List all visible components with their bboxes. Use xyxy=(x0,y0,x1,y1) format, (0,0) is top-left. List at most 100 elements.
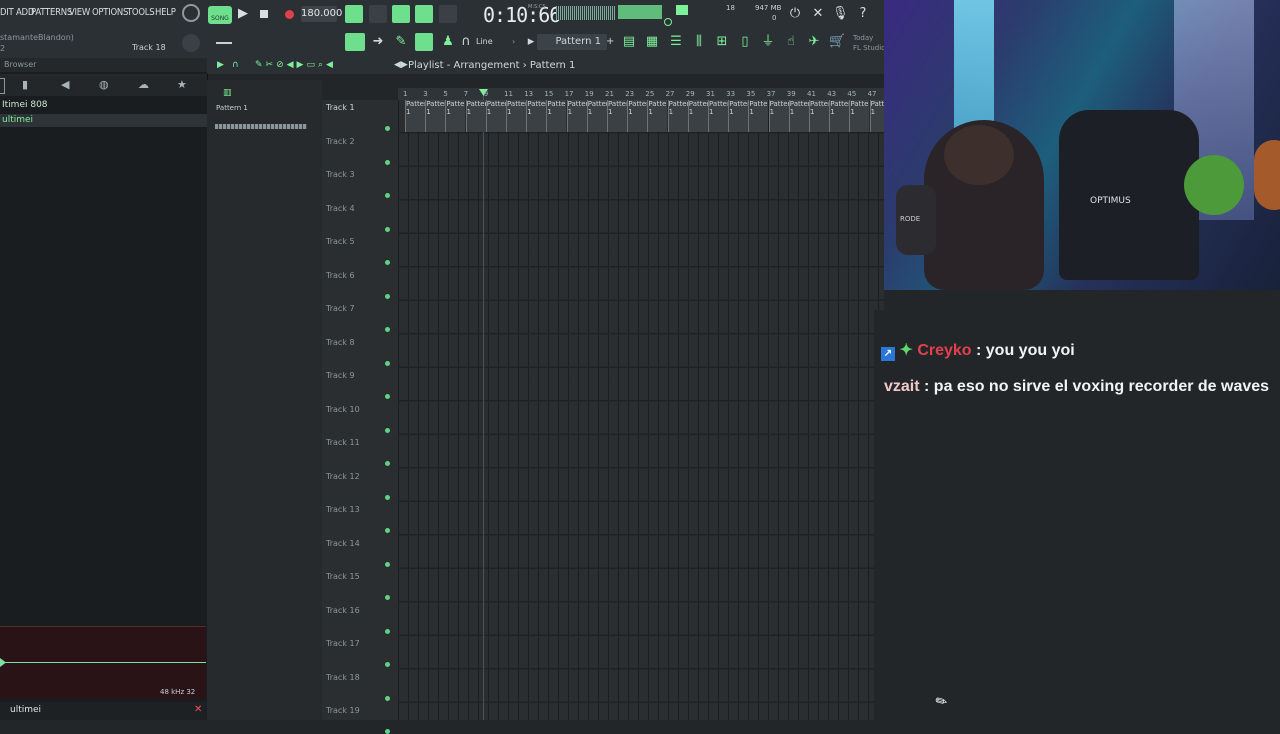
track-mute-led[interactable] xyxy=(385,293,390,299)
link-button[interactable] xyxy=(415,33,433,51)
playlist-grid[interactable] xyxy=(398,100,884,720)
metronome-button[interactable] xyxy=(392,5,410,23)
menu-help[interactable]: HELP xyxy=(155,7,176,18)
track-name[interactable]: Track 11 xyxy=(326,438,360,447)
pitch-knob[interactable] xyxy=(182,34,200,52)
piano-icon[interactable]: ▥ xyxy=(223,88,232,98)
track-mute-led[interactable] xyxy=(385,427,390,433)
track-name[interactable]: Track 19 xyxy=(326,706,360,715)
tempo-display[interactable]: 180.000 xyxy=(301,6,342,22)
pattern-clip[interactable]: Pattern 1 xyxy=(566,100,587,132)
speaker-icon[interactable]: ◀ xyxy=(61,78,69,91)
track-mute-led[interactable] xyxy=(385,260,390,265)
track-mute-led[interactable] xyxy=(385,159,390,165)
menu-patterns[interactable]: PATTERNS xyxy=(31,7,72,18)
master-pitch-slider[interactable] xyxy=(216,42,232,44)
track-mute-led[interactable] xyxy=(385,595,390,600)
pattern-clip[interactable]: Pattern 1 xyxy=(405,100,425,132)
pencil-icon[interactable]: ✎ xyxy=(393,33,409,51)
volume-knob[interactable] xyxy=(664,18,672,26)
menu-view[interactable]: VIEW xyxy=(69,7,90,18)
track-name[interactable]: Track 17 xyxy=(326,639,360,648)
cart-icon[interactable]: 🛒 xyxy=(829,33,845,51)
tool-icons[interactable]: ✎✂⊘◀▶▭⌕◀ xyxy=(255,60,336,70)
track-mute-led[interactable] xyxy=(385,528,390,533)
pattern-clip[interactable]: Pattern 1 xyxy=(627,100,648,132)
channel-rack-icon[interactable]: ▦ xyxy=(644,33,660,51)
track-name[interactable]: Track 6 xyxy=(326,271,355,280)
star-icon[interactable]: ★ xyxy=(177,78,187,91)
track-name[interactable]: Track 1 xyxy=(326,103,355,112)
magnet-tool-icon[interactable]: ∩ xyxy=(232,60,239,70)
file-icon[interactable]: ▮ xyxy=(22,78,28,91)
browser-all-tab[interactable] xyxy=(0,78,5,94)
add-pattern-icon[interactable]: + xyxy=(606,36,614,47)
track-mute-led[interactable] xyxy=(385,695,390,701)
plugin-icon[interactable]: ◍ xyxy=(99,78,109,91)
mixer-faders-icon[interactable]: ⫼ xyxy=(691,33,707,51)
track-name[interactable]: Track 16 xyxy=(326,606,360,615)
news-panel[interactable]: Today FL Studio xyxy=(853,33,885,53)
track-name[interactable]: Track 12 xyxy=(326,472,360,481)
pattern-clip[interactable]: Pattern 1 xyxy=(667,100,688,132)
pattern-clip[interactable]: Pattern 1 xyxy=(465,100,486,132)
track-mute-led[interactable] xyxy=(385,494,390,500)
help-icon[interactable]: ? xyxy=(855,5,871,23)
power-icon[interactable]: ⏻ xyxy=(787,5,803,23)
snap-button[interactable] xyxy=(345,5,363,23)
pattern-clip[interactable]: Pattern 1 xyxy=(809,100,829,132)
stop-icon[interactable] xyxy=(260,10,268,18)
wait-button[interactable] xyxy=(369,5,387,23)
playhead[interactable] xyxy=(483,92,484,720)
chat-username[interactable]: Creyko xyxy=(917,342,971,359)
loop-record-button[interactable] xyxy=(439,5,457,23)
track-name[interactable]: Track 7 xyxy=(326,304,355,313)
pattern-clip[interactable]: Pattern 1 xyxy=(485,100,506,132)
chevron-right-icon[interactable]: › xyxy=(512,37,515,46)
pattern-clip[interactable]: Pattern 1 xyxy=(546,100,567,132)
track-mute-led[interactable] xyxy=(385,461,390,466)
playlist-chevron-icon[interactable]: ◀▶ xyxy=(394,60,408,70)
magnet-icon[interactable]: ∩ xyxy=(460,33,472,51)
mixer-icon[interactable]: ▤ xyxy=(621,33,637,51)
track-name[interactable]: Track 5 xyxy=(326,237,355,246)
record-icon[interactable] xyxy=(285,10,294,19)
track-name[interactable]: Track 4 xyxy=(326,204,355,213)
arrow-icon[interactable]: ➜ xyxy=(370,33,386,51)
track-mute-led[interactable] xyxy=(385,193,390,198)
track-name[interactable]: Track 14 xyxy=(326,539,360,548)
track-mute-led[interactable] xyxy=(385,729,390,734)
pattern-selector[interactable]: Pattern 1 xyxy=(537,34,607,50)
pattern-clip[interactable]: Pattern 1 xyxy=(788,100,809,132)
track-mute-led[interactable] xyxy=(385,628,390,634)
play-icon[interactable]: ▶ xyxy=(236,5,250,23)
menu-tools[interactable]: TOOLS xyxy=(127,7,155,18)
track-name[interactable]: Track 13 xyxy=(326,505,360,514)
pattern-clip[interactable]: Pattern 1 xyxy=(708,100,728,132)
pattern-clip[interactable]: Pattern 1 xyxy=(728,100,749,132)
pattern-clip[interactable]: Pattern 1 xyxy=(425,100,446,132)
song-mode-button[interactable]: SONG xyxy=(208,6,232,24)
pattern-clip[interactable]: Pattern 1 xyxy=(687,100,708,132)
track-mute-led[interactable] xyxy=(385,561,390,567)
pattern-clip[interactable]: Pattern 1 xyxy=(526,100,547,132)
pattern-clip[interactable]: Pattern 1 xyxy=(506,100,526,132)
picker-pattern-item[interactable]: Pattern 1 xyxy=(216,104,248,112)
pattern-clip[interactable]: Pattern 1 xyxy=(445,100,466,132)
play-pattern-icon[interactable]: ▸ xyxy=(526,33,536,51)
tools-icon[interactable]: ✕ xyxy=(810,5,826,23)
playlist-button[interactable] xyxy=(345,33,365,51)
snap-select[interactable]: Line xyxy=(476,37,493,46)
track-mute-led[interactable] xyxy=(385,126,390,131)
pattern-clip[interactable]: Pattern 1 xyxy=(829,100,850,132)
track-name[interactable]: Track 18 xyxy=(326,673,360,682)
track-name[interactable]: Track 9 xyxy=(326,371,355,380)
pattern-clip[interactable]: Pattern 1 xyxy=(748,100,769,132)
piano-roll-icon[interactable]: ☰ xyxy=(668,33,684,51)
track-name[interactable]: Track 15 xyxy=(326,572,360,581)
track-mute-led[interactable] xyxy=(385,327,390,332)
mic-icon[interactable]: 🎙 xyxy=(832,5,849,23)
menu-options[interactable]: OPTIONS xyxy=(92,7,128,18)
track-mute-led[interactable] xyxy=(385,394,390,399)
track-mute-led[interactable] xyxy=(385,226,390,232)
